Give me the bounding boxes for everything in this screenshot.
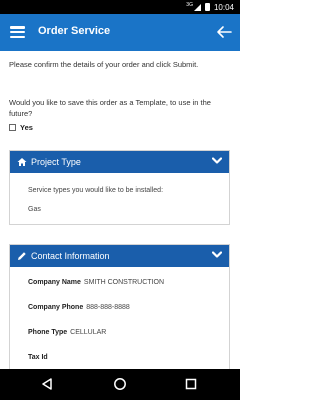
home-icon	[17, 158, 27, 166]
phone-type-value: CELLULAR	[70, 329, 107, 336]
order-content[interactable]: Please confirm the details of your order…	[0, 51, 240, 369]
project-type-header[interactable]: Project Type	[10, 151, 229, 173]
battery-icon	[204, 3, 210, 11]
company-phone-label: Company Phone	[28, 304, 84, 311]
nav-back-icon[interactable]	[40, 377, 54, 391]
service-type-value: Gas	[28, 206, 41, 213]
phone-type-row: Phone Type CELLULAR	[28, 329, 106, 336]
signal-type-label: 3G	[186, 2, 193, 8]
back-arrow-icon[interactable]	[216, 24, 232, 40]
clock: 10:04	[213, 2, 234, 12]
nav-home-icon[interactable]	[113, 377, 127, 391]
page-title: Order Service	[38, 25, 111, 37]
chevron-down-icon[interactable]	[212, 251, 222, 259]
system-navigation-bar	[0, 369, 240, 400]
save-template-checkbox[interactable]	[9, 124, 16, 131]
tax-id-row: Tax Id	[28, 354, 51, 361]
template-question: Would you like to save this order as a T…	[9, 98, 211, 118]
project-type-panel: Project Type Service types you would lik…	[9, 150, 230, 225]
app-bar: Order Service	[0, 14, 240, 51]
phone-type-label: Phone Type	[28, 329, 68, 336]
save-template-label: Yes	[20, 123, 33, 132]
chevron-down-icon[interactable]	[212, 157, 222, 165]
company-name-label: Company Name	[28, 279, 81, 286]
menu-icon[interactable]	[10, 26, 25, 38]
project-type-title: Project Type	[31, 157, 81, 167]
nav-recents-icon[interactable]	[184, 377, 198, 391]
company-name-row: Company Name SMITH CONSTRUCTION	[28, 279, 164, 286]
contact-information-panel: Contact Information Company Name SMITH CO…	[9, 244, 230, 369]
save-template-option[interactable]: Yes	[9, 123, 33, 132]
service-types-label: Service types you would like to be insta…	[28, 187, 164, 194]
intro-text: Please confirm the details of your order…	[9, 60, 199, 69]
contact-information-header[interactable]: Contact Information	[10, 245, 229, 267]
company-name-value: SMITH CONSTRUCTION	[83, 279, 165, 286]
tax-id-label: Tax Id	[28, 354, 48, 361]
company-phone-row: Company Phone 888-888-8888	[28, 304, 130, 311]
pencil-icon	[18, 252, 26, 260]
status-bar: 3G 10:04	[0, 0, 240, 14]
contact-information-title: Contact Information	[31, 251, 110, 261]
signal-icon	[193, 3, 201, 11]
company-phone-value: 888-888-8888	[86, 304, 130, 311]
